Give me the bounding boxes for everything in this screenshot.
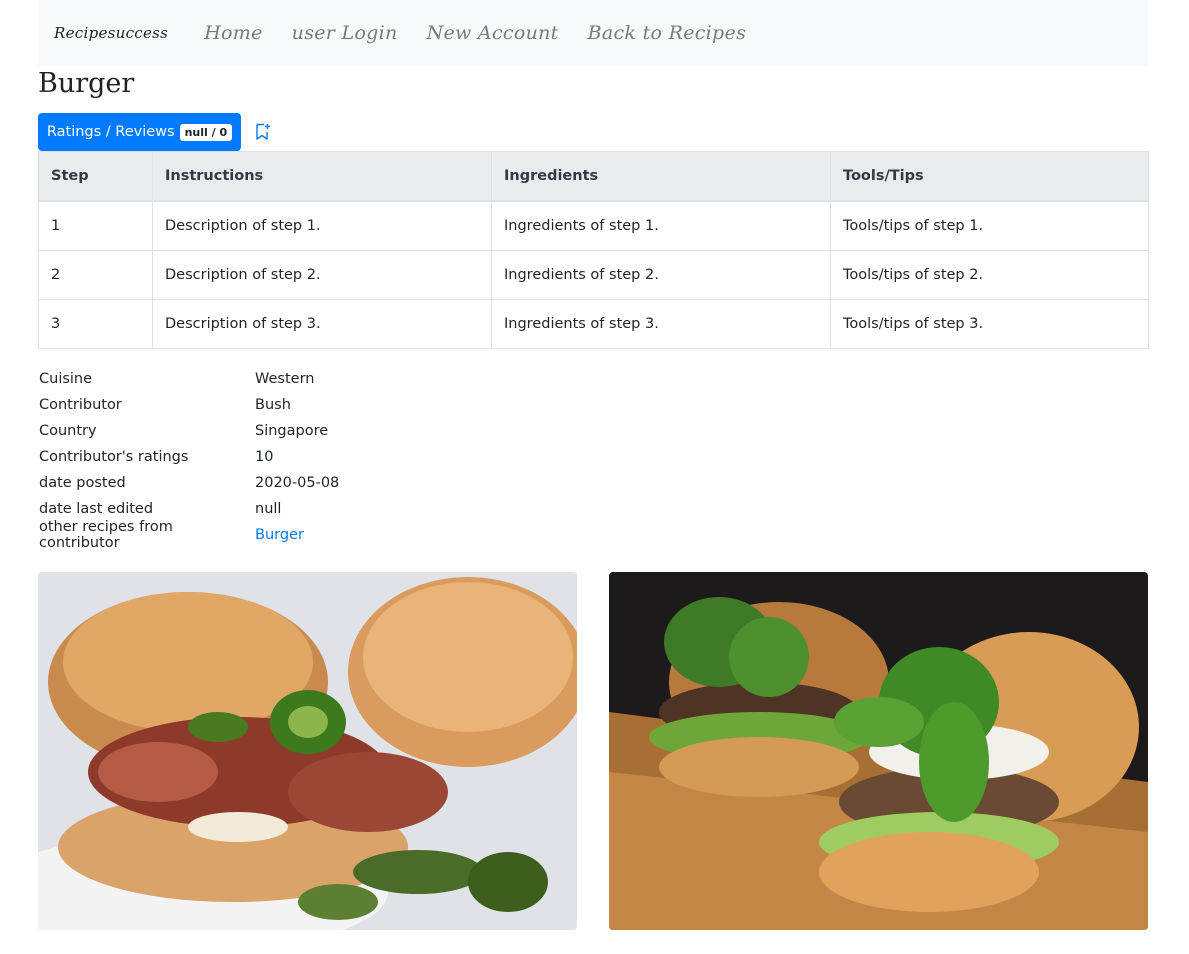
detail-value: null (255, 501, 282, 517)
cell-step: 2 (38, 250, 153, 300)
header-ingredients: Ingredients (491, 151, 831, 202)
table-header-row: Step Instructions Ingredients Tools/Tips (38, 151, 1149, 202)
cell-instructions: Description of step 2. (152, 250, 492, 300)
bookmark-plus-icon[interactable] (255, 123, 271, 141)
burger-photo-2 (609, 572, 1148, 930)
detail-value: Western (255, 371, 315, 387)
nav-link-new-account[interactable]: New Account (427, 22, 559, 44)
detail-value: Singapore (255, 423, 329, 439)
detail-label: Country (39, 423, 97, 439)
steps-table: Step Instructions Ingredients Tools/Tips… (38, 151, 1149, 349)
cell-ingredients: Ingredients of step 1. (491, 200, 831, 251)
cell-step: 3 (38, 299, 153, 349)
detail-row-country: Country Singapore (39, 418, 339, 444)
recipe-title: Burger (38, 68, 135, 99)
nav-link-home[interactable]: Home (204, 22, 262, 44)
detail-row-contributor-ratings: Contributor's ratings 10 (39, 444, 339, 470)
detail-label: Contributor (39, 397, 122, 413)
detail-label: date posted (39, 475, 126, 491)
header-step: Step (38, 151, 153, 202)
nav-link-user-login[interactable]: user Login (292, 22, 398, 44)
cell-tools-tips: Tools/tips of step 2. (830, 250, 1149, 300)
detail-row-contributor: Contributor Bush (39, 392, 339, 418)
cell-ingredients: Ingredients of step 2. (491, 250, 831, 300)
detail-row-cuisine: Cuisine Western (39, 366, 339, 392)
cell-step: 1 (38, 200, 153, 251)
brand-link[interactable]: Recipesuccess (54, 24, 168, 42)
detail-label: date last edited (39, 501, 154, 517)
nav-link-back-to-recipes[interactable]: Back to Recipes (588, 22, 747, 44)
detail-value: Bush (255, 397, 291, 413)
header-instructions: Instructions (152, 151, 492, 202)
burger-photo-1 (38, 572, 577, 930)
table-row: 2 Description of step 2. Ingredients of … (38, 250, 1149, 300)
cell-instructions: Description of step 1. (152, 200, 492, 251)
ratings-reviews-button[interactable]: Ratings / Reviews null / 0 (38, 113, 241, 151)
table-row: 1 Description of step 1. Ingredients of … (38, 200, 1149, 251)
cell-tools-tips: Tools/tips of step 1. (830, 200, 1149, 251)
header-tools-tips: Tools/Tips (830, 151, 1149, 202)
recipe-details: Cuisine Western Contributor Bush Country… (39, 366, 339, 551)
detail-label: Contributor's ratings (39, 449, 189, 465)
other-recipe-link[interactable]: Burger (255, 527, 304, 543)
table-row: 3 Description of step 3. Ingredients of … (38, 299, 1149, 349)
navbar: Recipesuccess Home user Login New Accoun… (38, 0, 1148, 66)
ratings-badge: null / 0 (179, 123, 233, 141)
cell-tools-tips: Tools/tips of step 3. (830, 299, 1149, 349)
detail-row-date-posted: date posted 2020-05-08 (39, 470, 339, 496)
detail-row-other-recipes: other recipes from contributor Burger (39, 519, 339, 551)
cell-instructions: Description of step 3. (152, 299, 492, 349)
detail-label: Cuisine (39, 371, 93, 387)
detail-value: 10 (255, 449, 274, 465)
cell-ingredients: Ingredients of step 3. (491, 299, 831, 349)
ratings-reviews-label: Ratings / Reviews (46, 124, 175, 140)
detail-label: other recipes from contributor (39, 519, 173, 551)
detail-value: 2020-05-08 (255, 475, 340, 491)
